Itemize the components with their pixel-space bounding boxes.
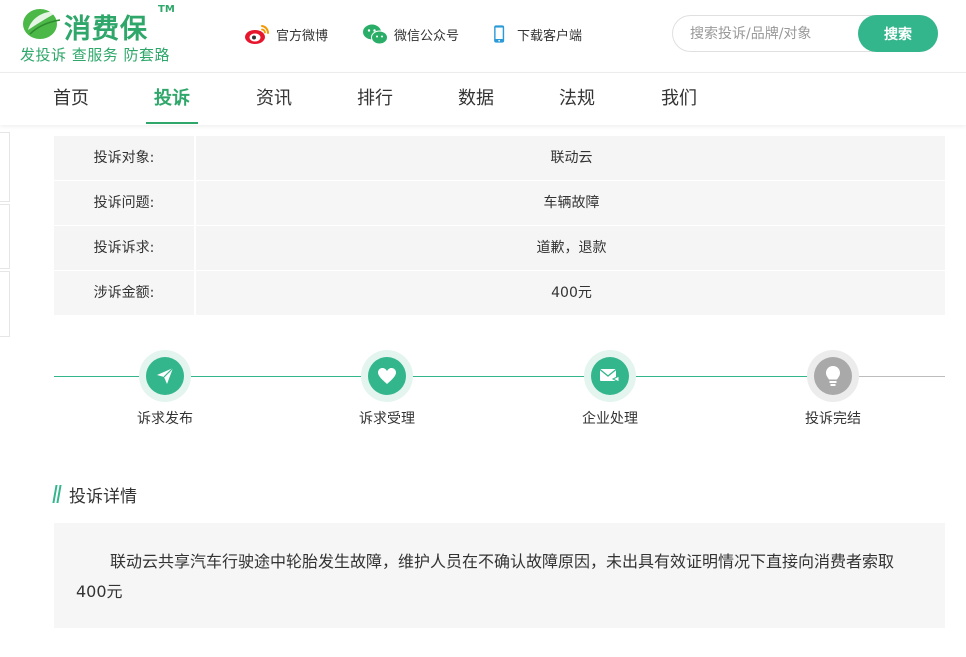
progress-step-label: 诉求发布 xyxy=(137,411,193,427)
progress-step: 诉求发布 xyxy=(105,350,225,428)
progress-step: 投诉完结 xyxy=(773,350,893,428)
info-label: 涉诉金额: xyxy=(54,271,196,315)
site-logo[interactable]: 消费保 TM 发投诉 查服务 防套路 xyxy=(20,4,190,66)
envelope-reply-icon xyxy=(599,368,620,383)
info-row-amount: 涉诉金额: 400元 xyxy=(54,271,945,316)
info-row-issue: 投诉问题: 车辆故障 xyxy=(54,181,945,226)
phone-icon xyxy=(494,25,505,43)
paper-plane-icon xyxy=(157,367,174,384)
wechat-link[interactable]: 微信公众号 xyxy=(361,20,459,48)
weibo-link-label: 官方微博 xyxy=(276,28,329,44)
complaint-info-table: 投诉对象: 联动云 投诉问题: 车辆故障 投诉诉求: 道歉，退款 涉诉金额: 4… xyxy=(54,136,945,316)
sidebar-panel xyxy=(0,132,10,202)
download-app-label: 下载客户端 xyxy=(517,28,583,44)
download-app-link[interactable]: 下载客户端 xyxy=(492,20,582,48)
detail-section-header: 投诉详情 xyxy=(52,482,137,507)
logo-slogan: 发投诉 查服务 防套路 xyxy=(20,46,171,64)
sidebar-panel xyxy=(0,204,10,269)
wechat-link-label: 微信公众号 xyxy=(394,28,460,44)
detail-text: 联动云共享汽车行驶途中轮胎发生故障，维护人员在不确认故障原因，未出具有效证明情况… xyxy=(76,552,895,601)
search-input[interactable] xyxy=(675,17,855,50)
logo-trademark: TM xyxy=(158,4,175,15)
nav-item-news[interactable]: 资讯 xyxy=(255,73,293,124)
info-value: 400元 xyxy=(551,285,592,301)
nav-item-about-us[interactable]: 我们 xyxy=(660,73,698,124)
progress-step-label: 诉求受理 xyxy=(359,411,415,427)
info-value: 车辆故障 xyxy=(543,195,600,211)
detail-title: 投诉详情 xyxy=(69,486,137,507)
nav-item-laws[interactable]: 法规 xyxy=(558,73,596,124)
weibo-link[interactable]: 官方微博 xyxy=(243,20,328,48)
section-bar-icon xyxy=(52,485,61,503)
main-nav: 首页 投诉 资讯 排行 数据 法规 我们 xyxy=(0,72,966,125)
nav-item-rankings[interactable]: 排行 xyxy=(356,73,394,124)
weibo-icon xyxy=(245,25,270,44)
progress-step: 诉求受理 xyxy=(327,350,447,428)
search-button[interactable]: 搜索 xyxy=(858,15,938,52)
progress-step-label: 企业处理 xyxy=(582,411,638,427)
site-header: 消费保 TM 发投诉 查服务 防套路 官方微博 微信公众号 下载客户端 搜索投诉… xyxy=(0,0,966,72)
logo-name: 消费保 xyxy=(64,14,148,45)
progress-step-label: 投诉完结 xyxy=(805,411,861,427)
wechat-icon xyxy=(363,24,388,45)
lightbulb-icon xyxy=(826,366,840,386)
progress-step: 企业处理 xyxy=(550,350,670,428)
leaf-logo-icon xyxy=(23,9,61,39)
nav-item-home[interactable]: 首页 xyxy=(52,73,90,124)
info-row-target: 投诉对象: 联动云 xyxy=(54,136,945,181)
nav-item-complaints[interactable]: 投诉 xyxy=(146,73,198,124)
detail-box: 联动云共享汽车行驶途中轮胎发生故障，维护人员在不确认故障原因，未出具有效证明情况… xyxy=(54,523,945,628)
heart-icon xyxy=(378,368,396,384)
info-value: 联动云 xyxy=(550,150,593,166)
info-label: 投诉诉求: xyxy=(54,226,196,270)
info-label: 投诉问题: xyxy=(54,181,196,225)
search-box: 搜索 xyxy=(672,15,938,52)
info-row-demand: 投诉诉求: 道歉，退款 xyxy=(54,226,945,271)
info-label: 投诉对象: xyxy=(54,136,196,180)
complaint-progress: 诉求发布 诉求受理 企业处理 投诉完结 xyxy=(54,350,945,440)
sidebar-panel xyxy=(0,271,10,337)
info-value: 道歉，退款 xyxy=(536,240,607,256)
nav-item-data[interactable]: 数据 xyxy=(457,73,495,124)
